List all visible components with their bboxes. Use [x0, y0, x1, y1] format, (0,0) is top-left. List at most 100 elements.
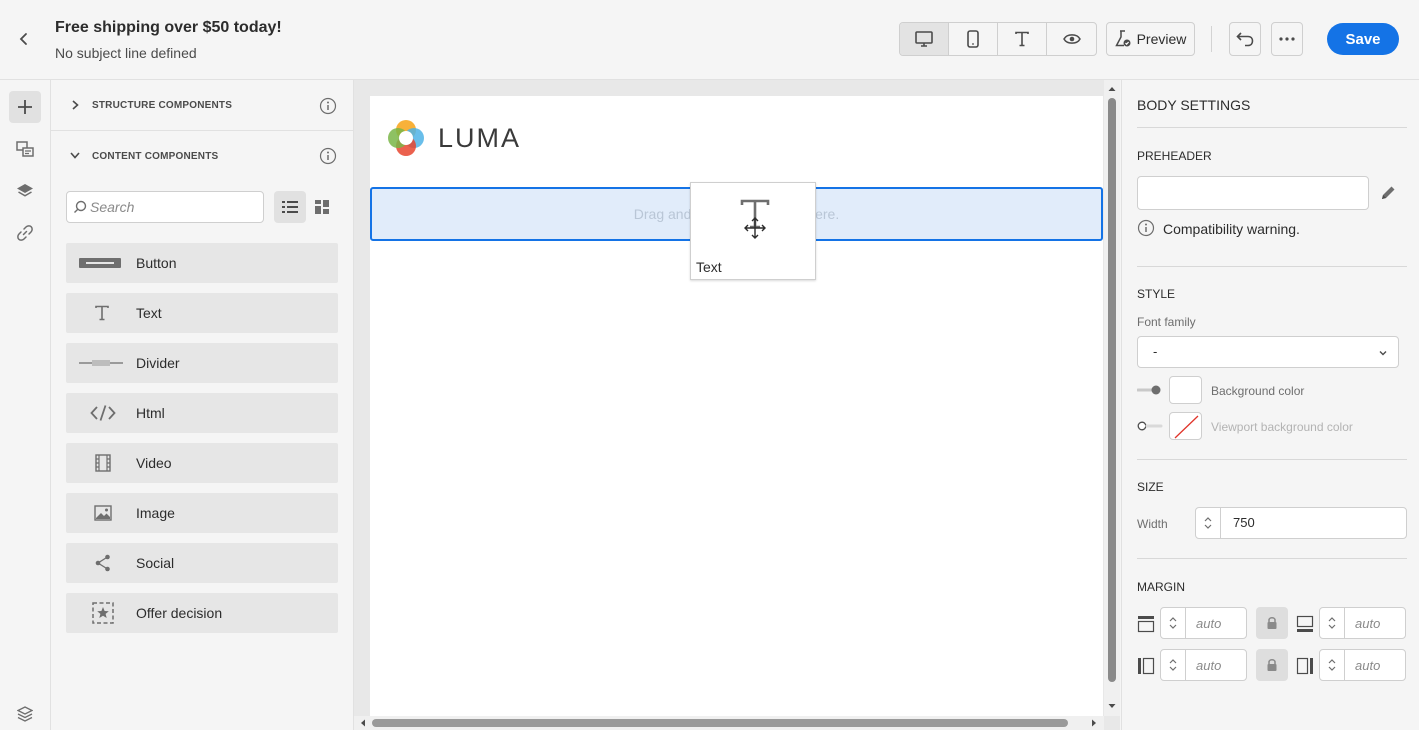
- component-offer-decision[interactable]: Offer decision: [66, 593, 338, 633]
- margin-bottom-stepper[interactable]: [1319, 607, 1345, 639]
- layers-settings-button[interactable]: [9, 698, 41, 730]
- style-label: STYLE: [1137, 287, 1176, 301]
- divider-icon: [78, 343, 128, 383]
- top-header: Free shipping over $50 today! No subject…: [0, 0, 1419, 80]
- components-panel: STRUCTURE COMPONENTS CONTENT COMPONENTS …: [51, 80, 354, 730]
- layers-button[interactable]: [9, 175, 41, 207]
- fragments-icon: [16, 141, 34, 157]
- text-mode-icon: [1015, 31, 1029, 47]
- bg-color-toggle[interactable]: [1137, 384, 1163, 396]
- component-video[interactable]: Video: [66, 443, 338, 483]
- divider: [1137, 127, 1407, 128]
- info-icon[interactable]: [319, 97, 337, 115]
- mobile-icon: [967, 30, 979, 48]
- component-html[interactable]: Html: [66, 393, 338, 433]
- pencil-icon[interactable]: [1379, 184, 1397, 202]
- structure-components-label: STRUCTURE COMPONENTS: [92, 100, 233, 111]
- undo-button[interactable]: [1229, 22, 1261, 56]
- lock-icon: [1267, 617, 1277, 629]
- component-search[interactable]: [66, 191, 264, 223]
- back-button[interactable]: [10, 25, 38, 53]
- view-mode-group: [899, 22, 1097, 56]
- settings-title: BODY SETTINGS: [1137, 97, 1251, 113]
- luma-logo[interactable]: LUMA: [386, 118, 521, 158]
- margin-right-stepper[interactable]: [1319, 649, 1345, 681]
- preview-button[interactable]: Preview: [1106, 22, 1195, 56]
- component-social[interactable]: Social: [66, 543, 338, 583]
- add-components-button[interactable]: [9, 91, 41, 123]
- chevron-down-icon: [1379, 351, 1387, 356]
- chevron-up-icon[interactable]: [1327, 658, 1337, 664]
- grid-view-button[interactable]: [306, 191, 338, 223]
- structure-components-header[interactable]: STRUCTURE COMPONENTS: [51, 81, 354, 131]
- component-text[interactable]: Text: [66, 293, 338, 333]
- header-divider: [1211, 26, 1212, 52]
- save-button[interactable]: Save: [1327, 23, 1399, 55]
- info-icon[interactable]: [319, 147, 337, 165]
- scroll-up-icon[interactable]: [1104, 83, 1120, 95]
- list-view-button[interactable]: [274, 191, 306, 223]
- mobile-view-button[interactable]: [949, 23, 998, 55]
- margin-bottom-input[interactable]: auto: [1344, 607, 1406, 639]
- viewport-bg-toggle[interactable]: [1137, 420, 1163, 432]
- divider: [1137, 459, 1407, 460]
- text-icon: [737, 197, 773, 244]
- margin-lock-horizontal-button[interactable]: [1256, 649, 1288, 681]
- bg-color-swatch[interactable]: [1169, 376, 1202, 404]
- more-icon: [1279, 37, 1295, 41]
- component-image[interactable]: Image: [66, 493, 338, 533]
- horizontal-scroll-thumb[interactable]: [372, 719, 1068, 727]
- margin-lock-vertical-button[interactable]: [1256, 607, 1288, 639]
- chevron-up-icon[interactable]: [1168, 658, 1178, 664]
- width-input[interactable]: 750: [1220, 507, 1407, 539]
- offer-decision-icon: [92, 593, 142, 633]
- chevron-down-icon[interactable]: [1327, 624, 1337, 630]
- component-label: Button: [136, 255, 177, 271]
- bg-color-label: Background color: [1211, 384, 1305, 398]
- link-icon: [17, 225, 33, 241]
- search-input[interactable]: [90, 199, 250, 215]
- component-label: Social: [136, 555, 175, 571]
- chevron-down-icon[interactable]: [1203, 524, 1213, 530]
- margin-top-stepper[interactable]: [1160, 607, 1186, 639]
- divider: [1137, 558, 1407, 559]
- viewport-bg-swatch[interactable]: [1169, 412, 1202, 440]
- fragments-button[interactable]: [9, 133, 41, 165]
- font-family-select[interactable]: -: [1137, 336, 1399, 368]
- links-button[interactable]: [9, 217, 41, 249]
- chevron-up-icon[interactable]: [1203, 516, 1213, 522]
- component-button[interactable]: Button: [66, 243, 338, 283]
- margin-left-stepper[interactable]: [1160, 649, 1186, 681]
- margin-left-input[interactable]: auto: [1185, 649, 1247, 681]
- more-actions-button[interactable]: [1271, 22, 1303, 56]
- horizontal-scrollbar[interactable]: [354, 716, 1104, 730]
- chevron-up-icon[interactable]: [1327, 616, 1337, 622]
- width-label: Width: [1137, 517, 1168, 531]
- button-icon: [78, 243, 128, 283]
- chevron-down-icon[interactable]: [1327, 666, 1337, 672]
- chevron-up-icon[interactable]: [1168, 616, 1178, 622]
- desktop-view-button[interactable]: [900, 23, 949, 55]
- email-body[interactable]: LUMA Drag and drop components here. Text: [370, 96, 1103, 716]
- text-view-button[interactable]: [998, 23, 1047, 55]
- margin-top-input[interactable]: auto: [1185, 607, 1247, 639]
- drag-preview-text[interactable]: Text: [690, 182, 816, 280]
- vertical-scrollbar[interactable]: [1104, 80, 1120, 716]
- scroll-down-icon[interactable]: [1104, 700, 1120, 712]
- component-label: Video: [136, 455, 172, 471]
- chevron-down-icon[interactable]: [1168, 624, 1178, 630]
- logo-wordmark: LUMA: [438, 122, 522, 153]
- component-divider[interactable]: Divider: [66, 343, 338, 383]
- vertical-scroll-thumb[interactable]: [1108, 98, 1116, 682]
- scroll-left-icon[interactable]: [357, 716, 369, 730]
- preheader-input[interactable]: [1137, 176, 1369, 210]
- preview-eye-button[interactable]: [1047, 23, 1096, 55]
- luma-logo-mark: [388, 120, 424, 156]
- width-stepper[interactable]: [1195, 507, 1221, 539]
- content-components-header[interactable]: CONTENT COMPONENTS: [51, 131, 354, 181]
- scroll-right-icon[interactable]: [1088, 716, 1100, 730]
- chevron-down-icon[interactable]: [1168, 666, 1178, 672]
- margin-right-input[interactable]: auto: [1344, 649, 1406, 681]
- eye-icon: [1062, 34, 1081, 44]
- margin-top-icon: [1137, 616, 1155, 633]
